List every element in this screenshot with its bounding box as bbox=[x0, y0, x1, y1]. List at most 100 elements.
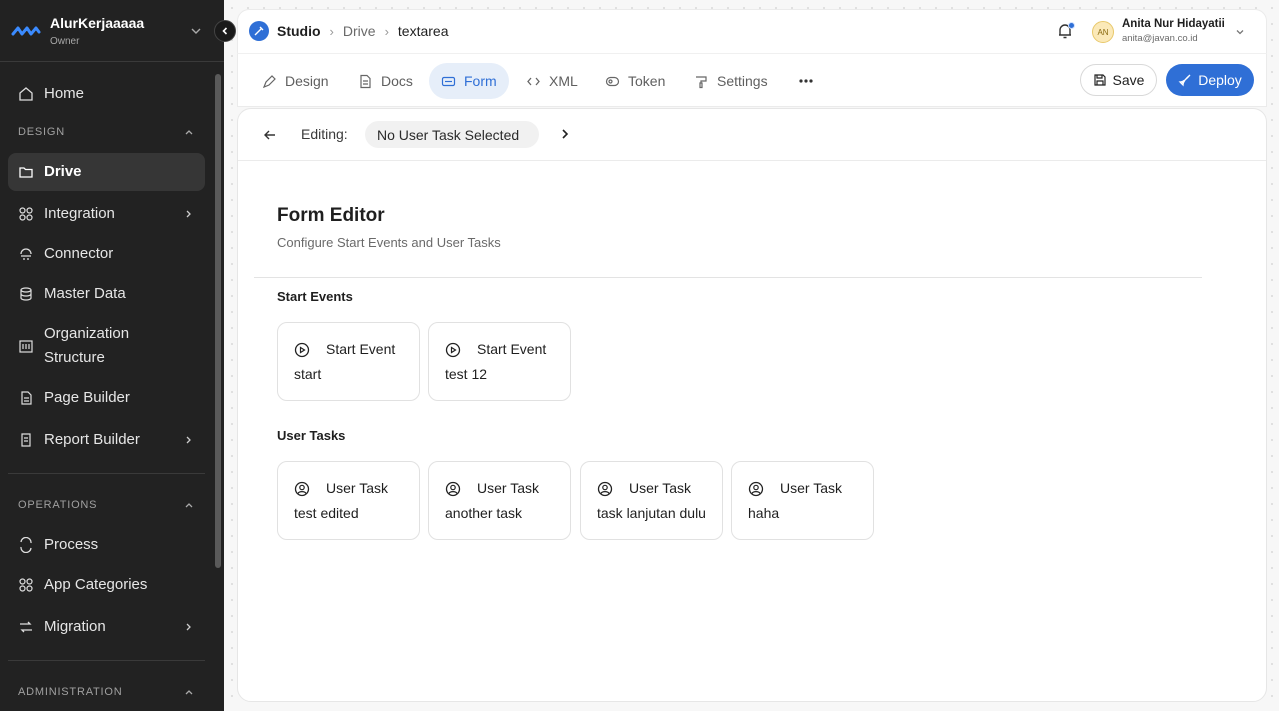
token-icon bbox=[605, 76, 620, 86]
card-type: User Task bbox=[326, 480, 388, 496]
sidebar-item-page-builder[interactable]: Page Builder bbox=[8, 379, 205, 417]
breadcrumb-separator-icon: › bbox=[329, 23, 334, 39]
play-circle-icon bbox=[445, 342, 461, 358]
report-icon bbox=[21, 433, 31, 447]
app-logo-icon bbox=[11, 26, 41, 35]
sidebar-item-connector[interactable]: Connector bbox=[8, 235, 205, 273]
card-type: User Task bbox=[477, 480, 539, 496]
section-operations-header[interactable]: OPERATIONS bbox=[18, 499, 194, 511]
sidebar-item-home[interactable]: Home bbox=[8, 75, 205, 113]
tab-xml[interactable]: XML bbox=[514, 63, 590, 99]
card-name: start bbox=[294, 366, 322, 382]
sidebar-item-label: Migration bbox=[44, 618, 106, 635]
brush-icon bbox=[696, 75, 707, 88]
document-icon bbox=[360, 74, 371, 88]
chevron-up-icon bbox=[185, 130, 193, 135]
sidebar-item-migration[interactable]: Migration bbox=[8, 608, 205, 646]
more-horizontal-icon[interactable] bbox=[798, 71, 814, 91]
tab-token[interactable]: Token bbox=[593, 63, 677, 99]
card-name: another task bbox=[445, 505, 523, 521]
grid-icon bbox=[19, 207, 33, 221]
deploy-button[interactable]: Deploy bbox=[1166, 64, 1254, 96]
home-icon bbox=[19, 87, 33, 101]
sidebar-item-integration[interactable]: Integration bbox=[8, 195, 205, 233]
chevron-up-icon bbox=[185, 503, 193, 508]
code-icon bbox=[527, 77, 540, 85]
card-name: haha bbox=[748, 505, 780, 521]
card-type: User Task bbox=[780, 480, 842, 496]
tab-label: Form bbox=[464, 73, 497, 89]
user-name[interactable]: Anita Nur Hidayatii bbox=[1122, 18, 1225, 30]
sidebar-item-label: Report Builder bbox=[44, 431, 140, 448]
user-circle-icon bbox=[294, 481, 310, 497]
page-subtitle: Configure Start Events and User Tasks bbox=[277, 235, 501, 250]
section-administration-header[interactable]: ADMINISTRATION bbox=[18, 686, 194, 698]
user-tasks-title: User Tasks bbox=[277, 428, 346, 443]
sidebar-item-label: Connector bbox=[44, 245, 114, 262]
sidebar-item-report-builder[interactable]: Report Builder bbox=[8, 421, 205, 459]
folder-icon bbox=[19, 167, 33, 178]
sidebar-item-app-categories[interactable]: App Categories bbox=[8, 566, 205, 604]
card-type: User Task bbox=[629, 480, 691, 496]
user-circle-icon bbox=[597, 481, 613, 497]
breadcrumb-studio[interactable]: Studio bbox=[277, 23, 321, 39]
tab-label: Design bbox=[285, 73, 329, 89]
tab-label: Settings bbox=[717, 73, 768, 89]
tab-docs[interactable]: Docs bbox=[346, 63, 425, 99]
breadcrumb: Studio › Drive › textarea bbox=[249, 21, 449, 41]
sidebar: AlurKerjaaaaa Owner Home DESIGN Drive In… bbox=[0, 0, 224, 711]
sidebar-item-label: Integration bbox=[44, 205, 115, 222]
studio-icon bbox=[249, 21, 269, 41]
user-task-card[interactable]: User Task task lanjutan dulu bbox=[580, 461, 723, 540]
grid-icon bbox=[19, 578, 33, 592]
tab-label: Docs bbox=[381, 73, 413, 89]
section-label: ADMINISTRATION bbox=[18, 686, 123, 698]
sidebar-item-process[interactable]: Process bbox=[8, 526, 205, 564]
chevron-down-icon[interactable] bbox=[1235, 27, 1245, 37]
tab-form[interactable]: Form bbox=[429, 63, 509, 99]
section-label: DESIGN bbox=[18, 126, 65, 138]
sidebar-scrollbar[interactable] bbox=[215, 74, 221, 568]
selected-task-pill[interactable]: No User Task Selected bbox=[365, 121, 539, 148]
user-task-card[interactable]: User Task test edited bbox=[277, 461, 420, 540]
sidebar-item-label: Organization Structure bbox=[44, 325, 130, 366]
tab-label: XML bbox=[549, 73, 578, 89]
sidebar-item-label: Home bbox=[44, 85, 85, 102]
save-button[interactable]: Save bbox=[1080, 64, 1157, 96]
sidebar-item-master-data[interactable]: Master Data bbox=[8, 275, 205, 313]
workspace-switcher[interactable]: AlurKerjaaaaa Owner bbox=[0, 0, 224, 62]
workspace-name: AlurKerjaaaaa bbox=[50, 14, 145, 31]
collapse-sidebar-button[interactable] bbox=[214, 20, 236, 42]
card-name: task lanjutan dulu bbox=[597, 505, 706, 521]
save-icon bbox=[1093, 74, 1106, 86]
tab-design[interactable]: Design bbox=[250, 63, 341, 99]
arrow-left-icon[interactable] bbox=[262, 127, 278, 143]
chevron-right-icon[interactable] bbox=[559, 128, 571, 140]
user-email: anita@javan.co.id bbox=[1122, 33, 1198, 44]
save-label: Save bbox=[1112, 72, 1145, 88]
database-icon bbox=[20, 287, 32, 301]
notification-dot bbox=[1068, 22, 1075, 29]
card-name: test 12 bbox=[445, 366, 488, 382]
user-task-card[interactable]: User Task haha bbox=[731, 461, 874, 540]
chevron-right-icon bbox=[186, 623, 191, 631]
sidebar-item-organization-structure[interactable]: Organization Structure bbox=[8, 318, 205, 374]
chevron-right-icon bbox=[186, 436, 191, 444]
tab-settings[interactable]: Settings bbox=[682, 63, 780, 99]
avatar[interactable]: AN bbox=[1092, 21, 1114, 43]
section-design-header[interactable]: DESIGN bbox=[18, 126, 194, 138]
workspace-role: Owner bbox=[50, 35, 80, 47]
card-type: Start Event bbox=[477, 341, 547, 357]
play-circle-icon bbox=[294, 342, 310, 358]
deploy-label: Deploy bbox=[1198, 72, 1242, 88]
sidebar-item-label: Page Builder bbox=[44, 389, 130, 406]
form-editor-panel: Editing: No User Task Selected Form Edit… bbox=[237, 108, 1267, 702]
section-label: OPERATIONS bbox=[18, 499, 98, 511]
card-name: test edited bbox=[294, 505, 359, 521]
user-task-card[interactable]: User Task another task bbox=[428, 461, 571, 540]
start-event-card[interactable]: Start Event start bbox=[277, 322, 420, 401]
sidebar-item-drive[interactable]: Drive bbox=[8, 153, 205, 191]
breadcrumb-drive[interactable]: Drive bbox=[343, 23, 376, 39]
start-event-card[interactable]: Start Event test 12 bbox=[428, 322, 571, 401]
start-events-title: Start Events bbox=[277, 289, 353, 304]
